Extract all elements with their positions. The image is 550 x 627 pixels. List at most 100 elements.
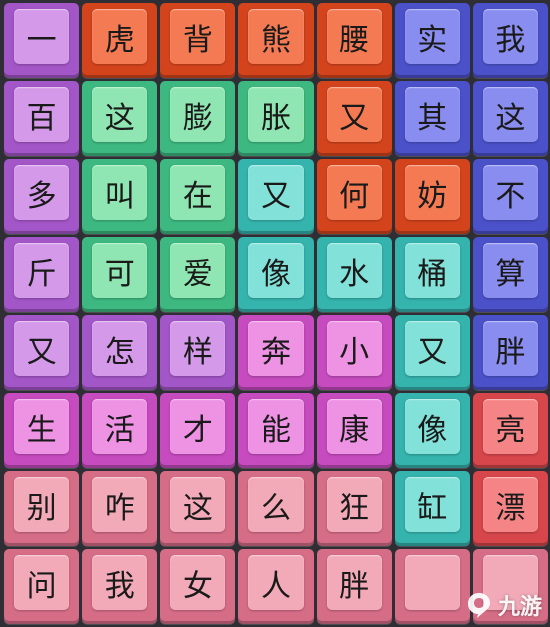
tile-character: 在: [170, 165, 226, 220]
tile-character: 腰: [326, 9, 382, 64]
tile-character: 女: [170, 555, 226, 610]
tile-r4-c5[interactable]: 水: [316, 237, 392, 312]
tile-character: 胖: [326, 555, 382, 610]
tile-r6-c3[interactable]: 才: [160, 393, 236, 468]
tile-r4-c7[interactable]: 算: [472, 237, 548, 312]
tile-r3-c1[interactable]: 多: [4, 159, 80, 234]
tile-r4-c2[interactable]: 可: [82, 237, 158, 312]
tile-r3-c7[interactable]: 不: [472, 159, 548, 234]
tile-r6-c2[interactable]: 活: [82, 393, 158, 468]
tile-r8-c3[interactable]: 女: [160, 549, 236, 624]
tile-character: 问: [14, 555, 70, 610]
tile-character: [404, 555, 460, 610]
tile-r7-c6[interactable]: 缸: [394, 471, 470, 546]
tile-character: 背: [170, 9, 226, 64]
tile-r8-c5[interactable]: 胖: [316, 549, 392, 624]
tile-character: 康: [326, 399, 382, 454]
tile-r1-c7[interactable]: 我: [472, 3, 548, 78]
tile-r4-c3[interactable]: 爱: [160, 237, 236, 312]
tile-character: 咋: [92, 477, 148, 532]
tile-r5-c1[interactable]: 又: [4, 315, 80, 390]
tile-character: 能: [248, 399, 304, 454]
tile-r6-c5[interactable]: 康: [316, 393, 392, 468]
tile-character: 胀: [248, 87, 304, 142]
tile-character: 怎: [92, 321, 148, 376]
tile-r8-c1[interactable]: 问: [4, 549, 80, 624]
tile-r4-c1[interactable]: 斤: [4, 237, 80, 312]
tile-character: 样: [170, 321, 226, 376]
tile-r5-c3[interactable]: 样: [160, 315, 236, 390]
tile-character: 这: [170, 477, 226, 532]
tile-character: 桶: [404, 243, 460, 298]
tile-r8-c6[interactable]: [394, 549, 470, 624]
tile-character: 其: [404, 87, 460, 142]
tile-r6-c4[interactable]: 能: [238, 393, 314, 468]
tile-character: 叫: [92, 165, 148, 220]
tile-r2-c7[interactable]: 这: [472, 81, 548, 156]
tile-r1-c3[interactable]: 背: [160, 3, 236, 78]
tile-r5-c2[interactable]: 怎: [82, 315, 158, 390]
tile-r7-c4[interactable]: 么: [238, 471, 314, 546]
tile-character: 又: [326, 87, 382, 142]
tile-r6-c1[interactable]: 生: [4, 393, 80, 468]
tile-character: 一: [14, 9, 70, 64]
tile-character: 人: [248, 555, 304, 610]
tile-character: 膨: [170, 87, 226, 142]
tile-r8-c4[interactable]: 人: [238, 549, 314, 624]
tile-r2-c3[interactable]: 膨: [160, 81, 236, 156]
tile-r2-c1[interactable]: 百: [4, 81, 80, 156]
tile-r8-c7[interactable]: [472, 549, 548, 624]
tile-r2-c5[interactable]: 又: [316, 81, 392, 156]
tile-character: 我: [482, 9, 538, 64]
tile-r8-c2[interactable]: 我: [82, 549, 158, 624]
tile-character: 多: [14, 165, 70, 220]
tile-r3-c4[interactable]: 又: [238, 159, 314, 234]
tile-r2-c2[interactable]: 这: [82, 81, 158, 156]
tile-character: 实: [404, 9, 460, 64]
tile-character: 这: [482, 87, 538, 142]
tile-r6-c6[interactable]: 像: [394, 393, 470, 468]
tile-character: 漂: [482, 477, 538, 532]
tile-r1-c1[interactable]: 一: [4, 3, 80, 78]
tile-r2-c6[interactable]: 其: [394, 81, 470, 156]
tile-r7-c3[interactable]: 这: [160, 471, 236, 546]
tile-character: 狂: [326, 477, 382, 532]
tile-r3-c2[interactable]: 叫: [82, 159, 158, 234]
tile-character: 又: [248, 165, 304, 220]
tile-r7-c7[interactable]: 漂: [472, 471, 548, 546]
tile-r3-c6[interactable]: 妨: [394, 159, 470, 234]
tile-character: 斤: [14, 243, 70, 298]
tile-r5-c4[interactable]: 奔: [238, 315, 314, 390]
tile-r5-c6[interactable]: 又: [394, 315, 470, 390]
tile-character: 胖: [482, 321, 538, 376]
tile-character: [482, 555, 538, 610]
tile-r1-c2[interactable]: 虎: [82, 3, 158, 78]
tile-r7-c5[interactable]: 狂: [316, 471, 392, 546]
tile-character: 缸: [404, 477, 460, 532]
tile-character: 小: [326, 321, 382, 376]
tile-character: 这: [92, 87, 148, 142]
tile-r4-c4[interactable]: 像: [238, 237, 314, 312]
tile-r3-c3[interactable]: 在: [160, 159, 236, 234]
tile-r4-c6[interactable]: 桶: [394, 237, 470, 312]
tile-r5-c5[interactable]: 小: [316, 315, 392, 390]
tile-character: 像: [404, 399, 460, 454]
tile-r1-c4[interactable]: 熊: [238, 3, 314, 78]
tile-character: 虎: [92, 9, 148, 64]
tile-character: 可: [92, 243, 148, 298]
tile-character: 熊: [248, 9, 304, 64]
tile-character: 算: [482, 243, 538, 298]
tile-r6-c7[interactable]: 亮: [472, 393, 548, 468]
tile-r2-c4[interactable]: 胀: [238, 81, 314, 156]
tile-r7-c2[interactable]: 咋: [82, 471, 158, 546]
tile-r3-c5[interactable]: 何: [316, 159, 392, 234]
tile-character: 别: [14, 477, 70, 532]
tile-r7-c1[interactable]: 别: [4, 471, 80, 546]
tile-character: 奔: [248, 321, 304, 376]
tile-character: 不: [482, 165, 538, 220]
tile-r1-c5[interactable]: 腰: [316, 3, 392, 78]
tile-character: 又: [14, 321, 70, 376]
tile-r1-c6[interactable]: 实: [394, 3, 470, 78]
tile-r5-c7[interactable]: 胖: [472, 315, 548, 390]
game-board: 一虎背熊腰实我百这膨胀又其这多叫在又何妨不斤可爱像水桶算又怎样奔小又胖生活才能康…: [4, 3, 548, 624]
